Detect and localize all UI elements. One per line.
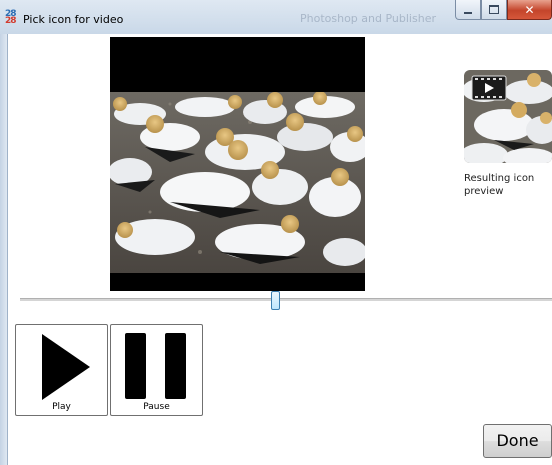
window-title: Pick icon for video	[23, 13, 124, 26]
pause-icon-bar-right	[165, 333, 186, 399]
pause-button[interactable]: Pause	[110, 324, 203, 416]
window-controls: ✕	[455, 0, 552, 24]
app-icon: 28 28	[5, 10, 21, 26]
seek-slider-thumb[interactable]	[271, 291, 280, 310]
preview-label: Resulting icon preview	[464, 173, 535, 197]
window-frame-line	[7, 34, 8, 465]
close-button[interactable]: ✕	[507, 0, 552, 20]
minimize-icon	[464, 11, 472, 14]
video-player[interactable]	[110, 37, 365, 291]
pick-icon-window: 28 28 Pick icon for video Photoshop and …	[0, 0, 552, 465]
maximize-icon	[489, 5, 499, 14]
pause-icon-bar-left	[125, 333, 146, 399]
play-label: Play	[52, 402, 71, 412]
play-icon	[42, 334, 90, 400]
film-play-icon	[471, 75, 507, 101]
icon-preview-svg	[464, 70, 552, 163]
background-window-title: Photoshop and Publisher	[300, 12, 436, 25]
window-frame-left	[0, 34, 7, 465]
done-button[interactable]: Done	[483, 424, 552, 458]
app-icon-text-bottom: 28	[5, 16, 17, 26]
close-icon: ✕	[524, 2, 535, 17]
video-frame	[110, 92, 365, 273]
maximize-button[interactable]	[481, 0, 507, 20]
seek-slider-track[interactable]	[20, 298, 552, 301]
icon-preview-image	[464, 70, 552, 163]
play-button[interactable]: Play	[15, 324, 108, 416]
pause-label: Pause	[143, 402, 170, 412]
minimize-button[interactable]	[455, 0, 481, 20]
title-bar[interactable]: 28 28 Pick icon for video Photoshop and …	[0, 0, 552, 34]
